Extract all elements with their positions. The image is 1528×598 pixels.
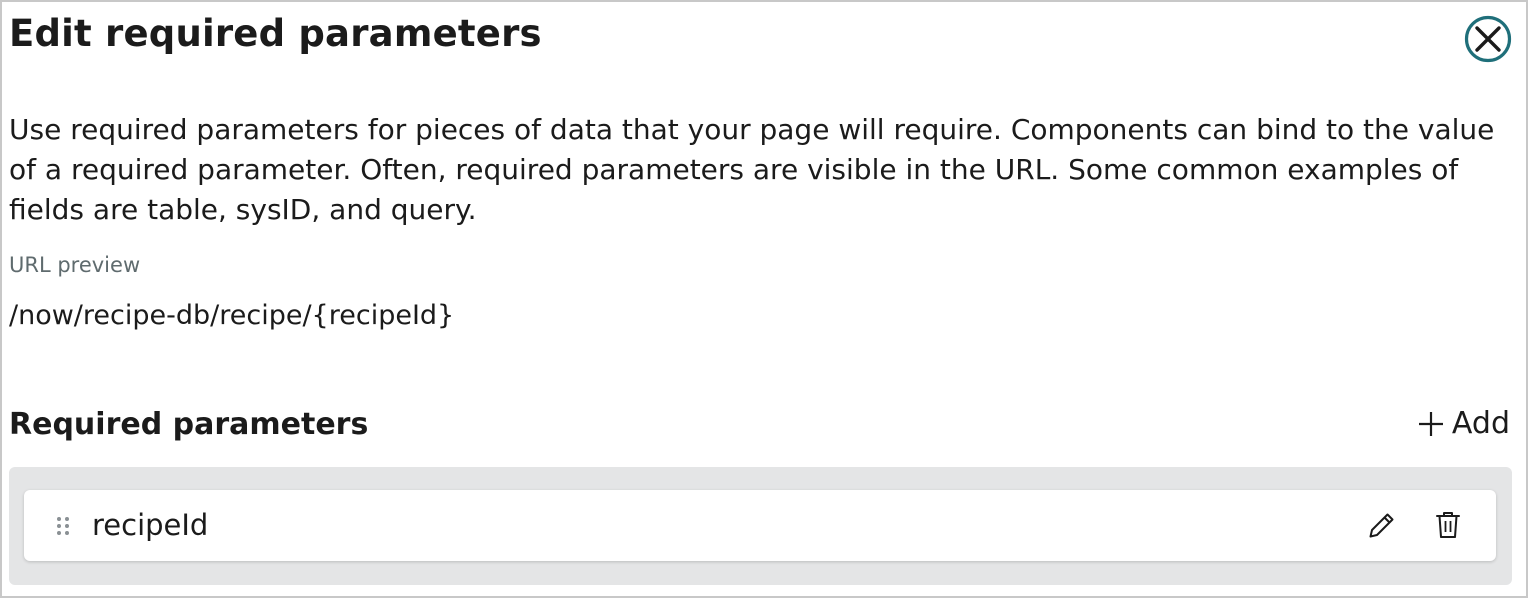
delete-parameter-button[interactable] <box>1430 507 1466 543</box>
dialog-description: Use required parameters for pieces of da… <box>9 113 1495 226</box>
close-button[interactable] <box>1462 14 1514 64</box>
trash-icon <box>1436 512 1460 538</box>
close-circle-icon <box>1464 15 1512 63</box>
url-preview-value: /now/recipe-db/recipe/{recipeId} <box>9 300 455 331</box>
url-preview-label: URL preview <box>9 253 141 277</box>
dialog-title: Edit required parameters <box>9 12 542 55</box>
add-parameter-button[interactable]: Add <box>1418 406 1510 441</box>
edit-parameter-button[interactable] <box>1364 507 1400 543</box>
drag-handle-icon[interactable] <box>56 516 70 536</box>
list-item[interactable]: recipeId <box>24 490 1496 561</box>
plus-icon <box>1418 411 1444 437</box>
required-parameters-list: recipeId <box>9 467 1512 585</box>
edit-required-parameters-dialog: Edit required parameters Use required pa… <box>0 0 1528 598</box>
pencil-icon <box>1369 513 1394 538</box>
parameter-name: recipeId <box>92 508 209 542</box>
add-parameter-label: Add <box>1451 406 1510 441</box>
required-parameters-heading: Required parameters <box>9 407 369 442</box>
